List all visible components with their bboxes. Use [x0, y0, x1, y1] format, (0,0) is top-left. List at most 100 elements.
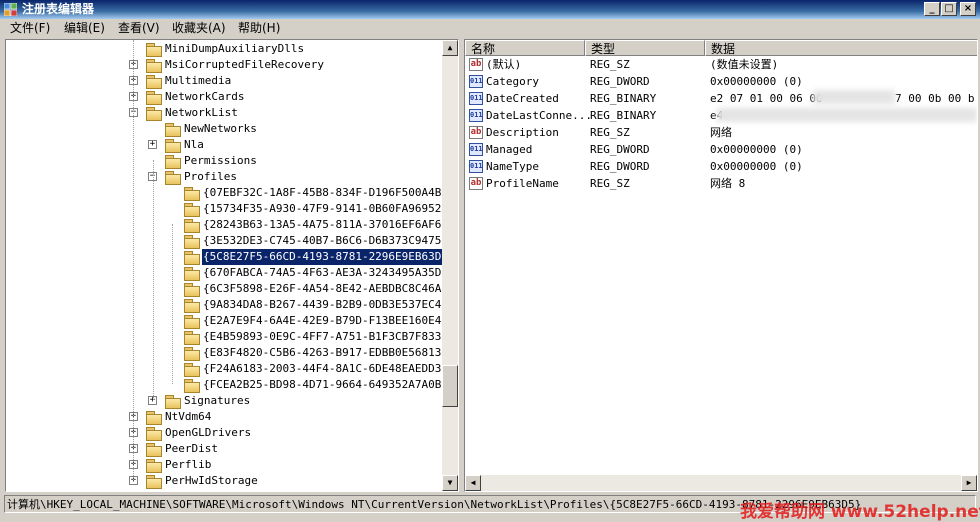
list-horizontal-scrollbar[interactable]: ◀ ▶ — [465, 475, 977, 491]
value-row[interactable]: ab (默认) REG_SZ (数值未设置) — [465, 56, 977, 73]
tree-node-label[interactable]: Signatures — [183, 393, 251, 409]
tree-node-label[interactable]: {9A834DA8-B267-4439-B2B9-0DB3E537EC4D} — [202, 297, 456, 313]
tree-node-label[interactable]: {F24A6183-2003-44F4-8A1C-6DE48EAEDD31} — [202, 361, 456, 377]
tree-node-label[interactable]: {3E532DE3-C745-40B7-B6C6-D6B373C9475E} — [202, 233, 456, 249]
value-name: NameType — [486, 160, 539, 173]
tree-node[interactable]: {9A834DA8-B267-4439-B2B9-0DB3E537EC4D} — [6, 297, 455, 313]
tree-node-label[interactable]: {07EBF32C-1A8F-45B8-834F-D196F500A4B3} — [202, 185, 456, 201]
tree-node-label[interactable]: NetworkList — [164, 105, 239, 121]
tree-node[interactable]: − Profiles — [6, 169, 444, 185]
tree-node[interactable]: − NetworkList — [6, 105, 444, 121]
tree-node[interactable]: + Signatures — [6, 393, 444, 409]
tree-node[interactable]: {28243B63-13A5-4A75-811A-37016EF6AF62} — [6, 217, 455, 233]
folder-icon — [184, 203, 200, 217]
tree-node-label[interactable]: Perflib — [164, 457, 212, 473]
menu-view[interactable]: 查看(V) — [112, 19, 166, 38]
tree-node-label[interactable]: NetworkCards — [164, 89, 245, 105]
column-header-type[interactable]: 类型 — [585, 40, 705, 56]
scroll-down-arrow-icon[interactable]: ▼ — [442, 475, 458, 491]
folder-icon — [146, 443, 162, 457]
value-name: DateLastConne... — [486, 109, 592, 122]
column-header-data[interactable]: 数据 — [705, 40, 977, 56]
menu-edit[interactable]: 编辑(E) — [58, 19, 111, 38]
value-type: REG_SZ — [590, 177, 630, 190]
value-type: REG_SZ — [590, 126, 630, 139]
tree-node-label[interactable]: NewNetworks — [183, 121, 258, 137]
tree-node[interactable]: {E4B59893-0E9C-4FF7-A751-B1F3CB7F8330} — [6, 329, 455, 345]
tree-node-label[interactable]: {5C8E27F5-66CD-4193-8781-2296E9EB63D5} — [201, 248, 457, 266]
tree-node[interactable]: + PeerDist — [6, 441, 444, 457]
value-name: ProfileName — [486, 177, 559, 190]
folder-icon — [146, 459, 162, 473]
tree-node[interactable]: + Nla — [6, 137, 444, 153]
expand-icon[interactable]: + — [148, 140, 157, 149]
tree-node-label[interactable]: PeerDist — [164, 441, 219, 457]
tree-node[interactable]: + Perflib — [6, 457, 444, 473]
tree-node[interactable]: + OpenGLDrivers — [6, 425, 444, 441]
menu-file[interactable]: 文件(F) — [4, 19, 56, 38]
folder-icon — [146, 43, 162, 57]
column-header-name[interactable]: 名称 — [465, 40, 585, 56]
tree-node-label[interactable]: MsiCorruptedFileRecovery — [164, 57, 325, 73]
tree-node-label[interactable]: Multimedia — [164, 73, 232, 89]
tree-node-label[interactable]: PerHwIdStorage — [164, 473, 259, 489]
binary-value-icon: 011 — [469, 92, 483, 105]
tree-node[interactable]: {670FABCA-74A5-4F63-AE3A-3243495A35D3} — [6, 265, 455, 281]
tree-node-label[interactable]: Permissions — [183, 153, 258, 169]
tree-node[interactable]: + NtVdm64 — [6, 409, 444, 425]
value-row[interactable]: ab Description REG_SZ 网络 — [465, 124, 977, 141]
scroll-up-arrow-icon[interactable]: ▲ — [442, 40, 458, 56]
tree-node-label[interactable]: {FCEA2B25-BD98-4D71-9664-649352A7A0B8} — [202, 377, 456, 393]
tree-node-label[interactable]: {6C3F5898-E26F-4A54-8E42-AEBDBC8C46A1} — [202, 281, 456, 297]
maximize-button[interactable]: □ — [941, 2, 957, 16]
tree-node[interactable]: {07EBF32C-1A8F-45B8-834F-D196F500A4B3} — [6, 185, 455, 201]
value-row[interactable]: ab ProfileName REG_SZ 网络 8 — [465, 175, 977, 192]
tree-node[interactable]: {3E532DE3-C745-40B7-B6C6-D6B373C9475E} — [6, 233, 455, 249]
tree-node-label[interactable]: NtVdm64 — [164, 409, 212, 425]
tree-node-label[interactable]: {15734F35-A930-47F9-9141-0B60FA969527} — [202, 201, 456, 217]
tree-node[interactable]: MiniDumpAuxiliaryDlls — [6, 41, 444, 57]
watermark-text: 我爱帮助网 www.52help.net — [740, 502, 980, 522]
value-row[interactable]: 011 NameType REG_DWORD 0x00000000 (0) — [465, 158, 977, 175]
tree-vertical-scrollbar[interactable]: ▲ ▼ — [442, 40, 458, 491]
close-button[interactable]: × — [960, 2, 976, 16]
tree-node[interactable]: + PerHwIdStorage — [6, 473, 444, 489]
tree-node-label[interactable]: {E83F4820-C5B6-4263-B917-EDBB0E56813D} — [202, 345, 456, 361]
tree-node[interactable]: + NetworkCards — [6, 89, 444, 105]
scroll-right-arrow-icon[interactable]: ▶ — [961, 475, 977, 491]
folder-icon — [146, 107, 162, 121]
minimize-button[interactable]: _ — [924, 2, 940, 16]
tree-node-label[interactable]: Profiles — [183, 169, 238, 185]
tree-node-label[interactable]: {E2A7E9F4-6A4E-42E9-B79D-F13BEE160E4C} — [202, 313, 456, 329]
scroll-left-arrow-icon[interactable]: ◀ — [465, 475, 481, 491]
tree-node-label[interactable]: OpenGLDrivers — [164, 425, 252, 441]
tree-node[interactable]: {FCEA2B25-BD98-4D71-9664-649352A7A0B8} — [6, 377, 455, 393]
menu-help[interactable]: 帮助(H) — [232, 19, 286, 38]
value-row[interactable]: 011 Managed REG_DWORD 0x00000000 (0) — [465, 141, 977, 158]
tree-node-label[interactable]: Nla — [183, 137, 205, 153]
tree-node[interactable]: {E2A7E9F4-6A4E-42E9-B79D-F13BEE160E4C} — [6, 313, 455, 329]
menu-favorites[interactable]: 收藏夹(A) — [166, 19, 232, 38]
key-tree-pane[interactable]: MiniDumpAuxiliaryDlls + MsiCorruptedFileRe… — [5, 39, 459, 492]
tree-node-label[interactable]: MiniDumpAuxiliaryDlls — [164, 41, 305, 57]
tree-guide-line — [172, 224, 173, 384]
folder-icon — [184, 219, 200, 233]
value-row[interactable]: 011 DateCreated REG_BINARY e2 07 01 00 06 0… — [465, 90, 977, 107]
tree-node[interactable]: + Multimedia — [6, 73, 444, 89]
tree-node-label[interactable]: {E4B59893-0E9C-4FF7-A751-B1F3CB7F8330} — [202, 329, 456, 345]
tree-node-label[interactable]: {28243B63-13A5-4A75-811A-37016EF6AF62} — [202, 217, 456, 233]
tree-node[interactable]: {5C8E27F5-66CD-4193-8781-2296E9EB63D5} — [6, 248, 457, 266]
tree-node[interactable]: {15734F35-A930-47F9-9141-0B60FA969527} — [6, 201, 455, 217]
binary-value-icon: 011 — [469, 143, 483, 156]
value-list-pane[interactable]: 名称 类型 数据 ab (默认) REG_SZ (数值未设置) 011 Category R… — [464, 39, 978, 492]
tree-node[interactable]: {6C3F5898-E26F-4A54-8E42-AEBDBC8C46A1} — [6, 281, 455, 297]
value-row[interactable]: 011 Category REG_DWORD 0x00000000 (0) — [465, 73, 977, 90]
tree-node[interactable]: Permissions — [6, 153, 444, 169]
tree-node[interactable]: {F24A6183-2003-44F4-8A1C-6DE48EAEDD31} — [6, 361, 455, 377]
folder-icon — [146, 427, 162, 441]
tree-scroll-thumb[interactable] — [442, 365, 458, 407]
tree-node[interactable]: + MsiCorruptedFileRecovery — [6, 57, 444, 73]
tree-node[interactable]: {E83F4820-C5B6-4263-B917-EDBB0E56813D} — [6, 345, 455, 361]
tree-node[interactable]: NewNetworks — [6, 121, 444, 137]
tree-node-label[interactable]: {670FABCA-74A5-4F63-AE3A-3243495A35D3} — [202, 265, 456, 281]
